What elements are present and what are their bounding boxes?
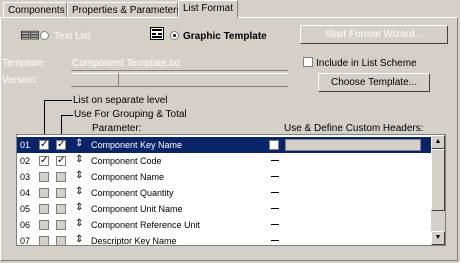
button-label: Choose Template... [331,77,417,88]
move-arrows-icon[interactable]: ⇕ [75,234,83,245]
list-item[interactable]: 04 ⇕ Component Quantity [17,185,432,201]
header-custom-headers: Use & Define Custom Headers: [284,123,424,134]
tab-components[interactable]: Components [3,2,67,17]
custom-header-dash [271,224,279,225]
level-checkbox[interactable] [39,220,49,230]
level-checkbox[interactable]: ✓ [39,156,49,166]
leader-line-grouping-h [61,115,73,116]
text-list-icon: ▤▤ [20,29,40,41]
row-name: Descriptor Key Name [91,236,177,246]
move-arrows-icon[interactable]: ⇕ [75,138,83,149]
row-number: 02 [20,156,31,166]
tab-label: List Format [183,3,234,14]
parameter-list[interactable]: 01 ✓ ✓ ⇕ Component Key Name 02 ✓ ✓ ⇕ Com… [16,134,446,246]
custom-header-input[interactable] [285,139,421,151]
vertical-scrollbar[interactable]: ▲ ▼ [431,135,445,245]
custom-header-dash [271,176,279,177]
template-field-line [71,70,288,71]
text-list-label: Text List [54,31,91,42]
list-item[interactable]: 01 ✓ ✓ ⇕ Component Key Name [17,137,432,153]
row-name: Component Reference Unit [91,220,201,230]
list-item[interactable]: 06 ⇕ Component Reference Unit [17,217,432,233]
scroll-thumb[interactable] [431,149,445,211]
row-number: 07 [20,236,31,246]
leader-line-level-h [44,100,72,101]
include-in-list-scheme-checkbox[interactable] [303,57,313,67]
template-value: Component Template.txt [72,58,181,69]
move-arrows-icon[interactable]: ⇕ [75,170,83,181]
tab-label: Properties & Parameters [72,5,182,16]
row-number: 04 [20,188,31,198]
tab-label: Components [8,5,65,16]
grouping-checkbox[interactable] [56,236,66,245]
header-parameter: Parameter: [92,123,142,134]
move-arrows-icon[interactable]: ⇕ [75,202,83,213]
list-item[interactable]: 05 ⇕ Component Unit Name [17,201,432,217]
button-label: Start Format Wizard... [325,29,423,40]
grouping-checkbox[interactable]: ✓ [56,140,66,150]
row-number: 05 [20,204,31,214]
row-number: 06 [20,220,31,230]
list-item[interactable]: 03 ⇕ Component Name [17,169,432,185]
row-number: 03 [20,172,31,182]
version-label: Version: [2,75,39,86]
tab-list-format[interactable]: List Format [178,0,238,18]
row-name: Component Quantity [91,188,174,198]
row-name: Component Key Name [91,140,183,150]
grouping-checkbox[interactable] [56,220,66,230]
graphic-template-label: Graphic Template [183,31,267,42]
header-use-for-grouping: Use For Grouping & Total [74,109,187,120]
row-name: Component Name [91,172,165,182]
graphic-template-icon [150,27,164,40]
list-item[interactable]: 02 ✓ ✓ ⇕ Component Code [17,153,432,169]
choose-template-button[interactable]: Choose Template... [318,73,430,92]
move-arrows-icon[interactable]: ⇕ [75,154,83,165]
row-name: Component Code [91,156,162,166]
move-arrows-icon[interactable]: ⇕ [75,186,83,197]
list-item[interactable]: 07 ⇕ Descriptor Key Name [17,233,432,246]
row-name: Component Unit Name [91,204,183,214]
scroll-down-icon[interactable]: ▼ [431,231,445,245]
grouping-checkbox[interactable] [56,204,66,214]
leader-line-grouping [61,115,62,134]
grouping-checkbox[interactable] [56,188,66,198]
grouping-checkbox[interactable] [56,172,66,182]
row-number: 01 [20,140,31,150]
grouping-checkbox[interactable]: ✓ [56,156,66,166]
level-checkbox[interactable] [39,204,49,214]
leader-line-level [44,100,45,134]
level-checkbox[interactable] [39,236,49,245]
version-input[interactable] [71,73,288,87]
template-label: Template: [2,58,46,69]
custom-header-dash [271,240,279,241]
graphic-template-radio[interactable] [170,31,179,40]
scroll-up-icon[interactable]: ▲ [431,135,445,149]
custom-header-checkbox[interactable] [269,140,279,150]
level-checkbox[interactable] [39,172,49,182]
level-checkbox[interactable]: ✓ [39,140,49,150]
field-divider [118,73,119,86]
custom-header-dash [271,208,279,209]
custom-header-dash [271,192,279,193]
level-checkbox[interactable] [39,188,49,198]
header-list-on-separate-level: List on separate level [73,95,168,106]
tab-properties-parameters[interactable]: Properties & Parameters [67,2,182,17]
custom-header-dash [271,160,279,161]
start-format-wizard-button[interactable]: Start Format Wizard... [300,25,448,44]
text-list-radio[interactable] [40,31,49,40]
move-arrows-icon[interactable]: ⇕ [75,218,83,229]
include-in-list-scheme-label: Include in List Scheme [316,58,417,69]
